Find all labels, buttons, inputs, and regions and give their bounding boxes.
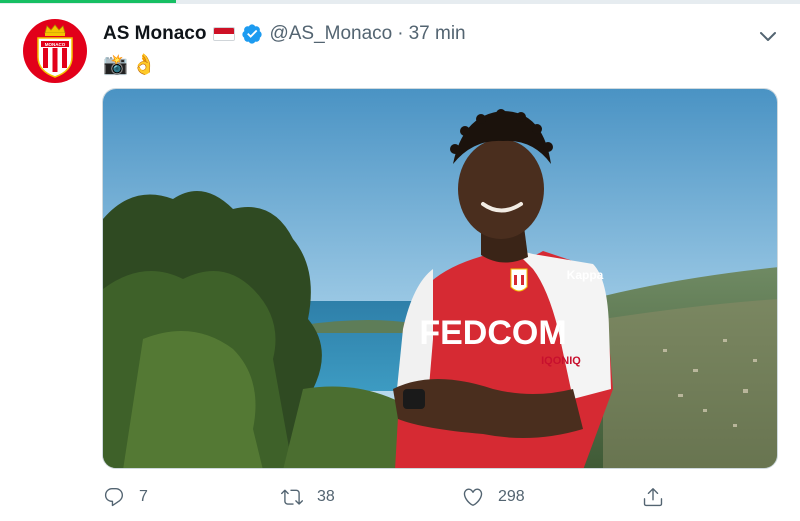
reply-icon[interactable]: [103, 486, 125, 508]
svg-text:IQONIQ: IQONIQ: [541, 355, 581, 367]
ok-hand-emoji: 👌: [131, 53, 157, 76]
share-action[interactable]: [642, 482, 664, 512]
svg-text:MONACO: MONACO: [45, 42, 66, 47]
tweet-text: 📸 👌: [103, 51, 161, 77]
retweet-count: 38: [317, 488, 335, 505]
tweet-header: AS Monaco @AS_Monaco · 37 min: [103, 20, 466, 48]
tweet[interactable]: MONACO AS Monaco @AS_Monaco · 37 min 📸 👌: [0, 3, 800, 521]
caret-down-icon[interactable]: [756, 24, 780, 48]
retweet-action[interactable]: 38: [281, 482, 335, 512]
monaco-flag-icon: [213, 27, 236, 41]
verified-icon: [242, 24, 263, 44]
like-action[interactable]: 298: [462, 482, 525, 512]
reply-action[interactable]: 7: [103, 482, 148, 512]
share-icon[interactable]: [642, 486, 664, 508]
avatar[interactable]: MONACO: [23, 19, 87, 83]
monaco-crest-icon: MONACO: [37, 24, 73, 78]
tweet-photo[interactable]: FEDCOM IQONIQ Kappa: [102, 88, 778, 469]
retweet-icon[interactable]: [281, 486, 303, 508]
reply-count: 7: [139, 488, 148, 505]
like-icon[interactable]: [462, 486, 484, 508]
camera-flash-emoji: 📸: [103, 53, 128, 76]
player-photo: FEDCOM IQONIQ Kappa: [103, 89, 777, 468]
svg-text:FEDCOM: FEDCOM: [419, 314, 566, 352]
like-count: 298: [498, 488, 525, 505]
svg-text:Kappa: Kappa: [567, 268, 604, 282]
timestamp[interactable]: 37 min: [409, 23, 466, 45]
separator-dot: ·: [397, 23, 404, 44]
user-handle[interactable]: @AS_Monaco: [269, 23, 392, 45]
display-name[interactable]: AS Monaco: [103, 23, 206, 45]
